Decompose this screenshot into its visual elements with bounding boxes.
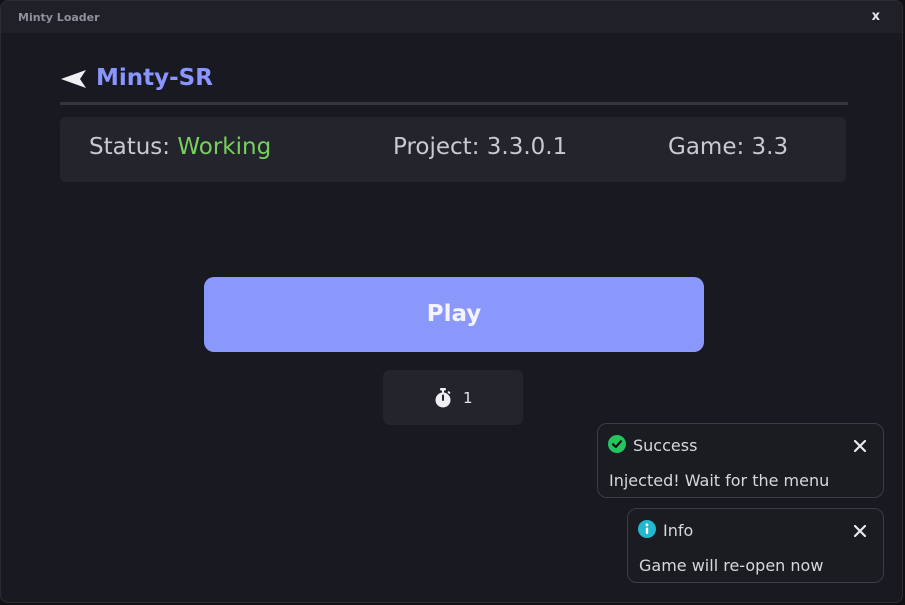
status-info: Status: Working (89, 134, 271, 160)
toast-message: Game will re-open now (639, 556, 824, 575)
game-version: 3.3 (751, 134, 789, 160)
arrow-left-icon[interactable] (60, 67, 88, 91)
page-header: Minty-SR (60, 63, 848, 105)
info-bar: Status: Working Project: 3.3.0.1 Game: 3… (60, 117, 846, 182)
project-info: Project: 3.3.0.1 (393, 134, 567, 160)
window-title: Minty Loader (18, 11, 100, 24)
window-close-button[interactable]: x (872, 9, 880, 25)
timer-value: 1 (463, 389, 473, 407)
info-toast: Info Game will re-open now (627, 508, 884, 583)
game-label: Game: (668, 134, 745, 160)
close-icon[interactable] (853, 439, 867, 453)
play-button[interactable]: Play (204, 277, 704, 352)
status-label: Status: (89, 134, 171, 160)
app-window: Minty Loader x Minty-SR Status: Working … (0, 0, 903, 603)
project-version: 3.3.0.1 (486, 134, 568, 160)
toast-title: Info (663, 521, 694, 540)
success-toast: Success Injected! Wait for the menu (597, 423, 884, 498)
timer-display: 1 (383, 370, 523, 425)
stopwatch-icon (435, 388, 451, 408)
toast-message: Injected! Wait for the menu (609, 471, 830, 490)
toast-title: Success (633, 436, 698, 455)
info-circle-icon (638, 520, 656, 538)
page-title: Minty-SR (96, 65, 213, 91)
title-bar[interactable]: Minty Loader x (1, 1, 902, 33)
check-circle-icon (608, 435, 626, 453)
status-value: Working (177, 134, 272, 160)
close-icon[interactable] (853, 524, 867, 538)
project-label: Project: (393, 134, 480, 160)
game-info: Game: 3.3 (668, 134, 788, 160)
